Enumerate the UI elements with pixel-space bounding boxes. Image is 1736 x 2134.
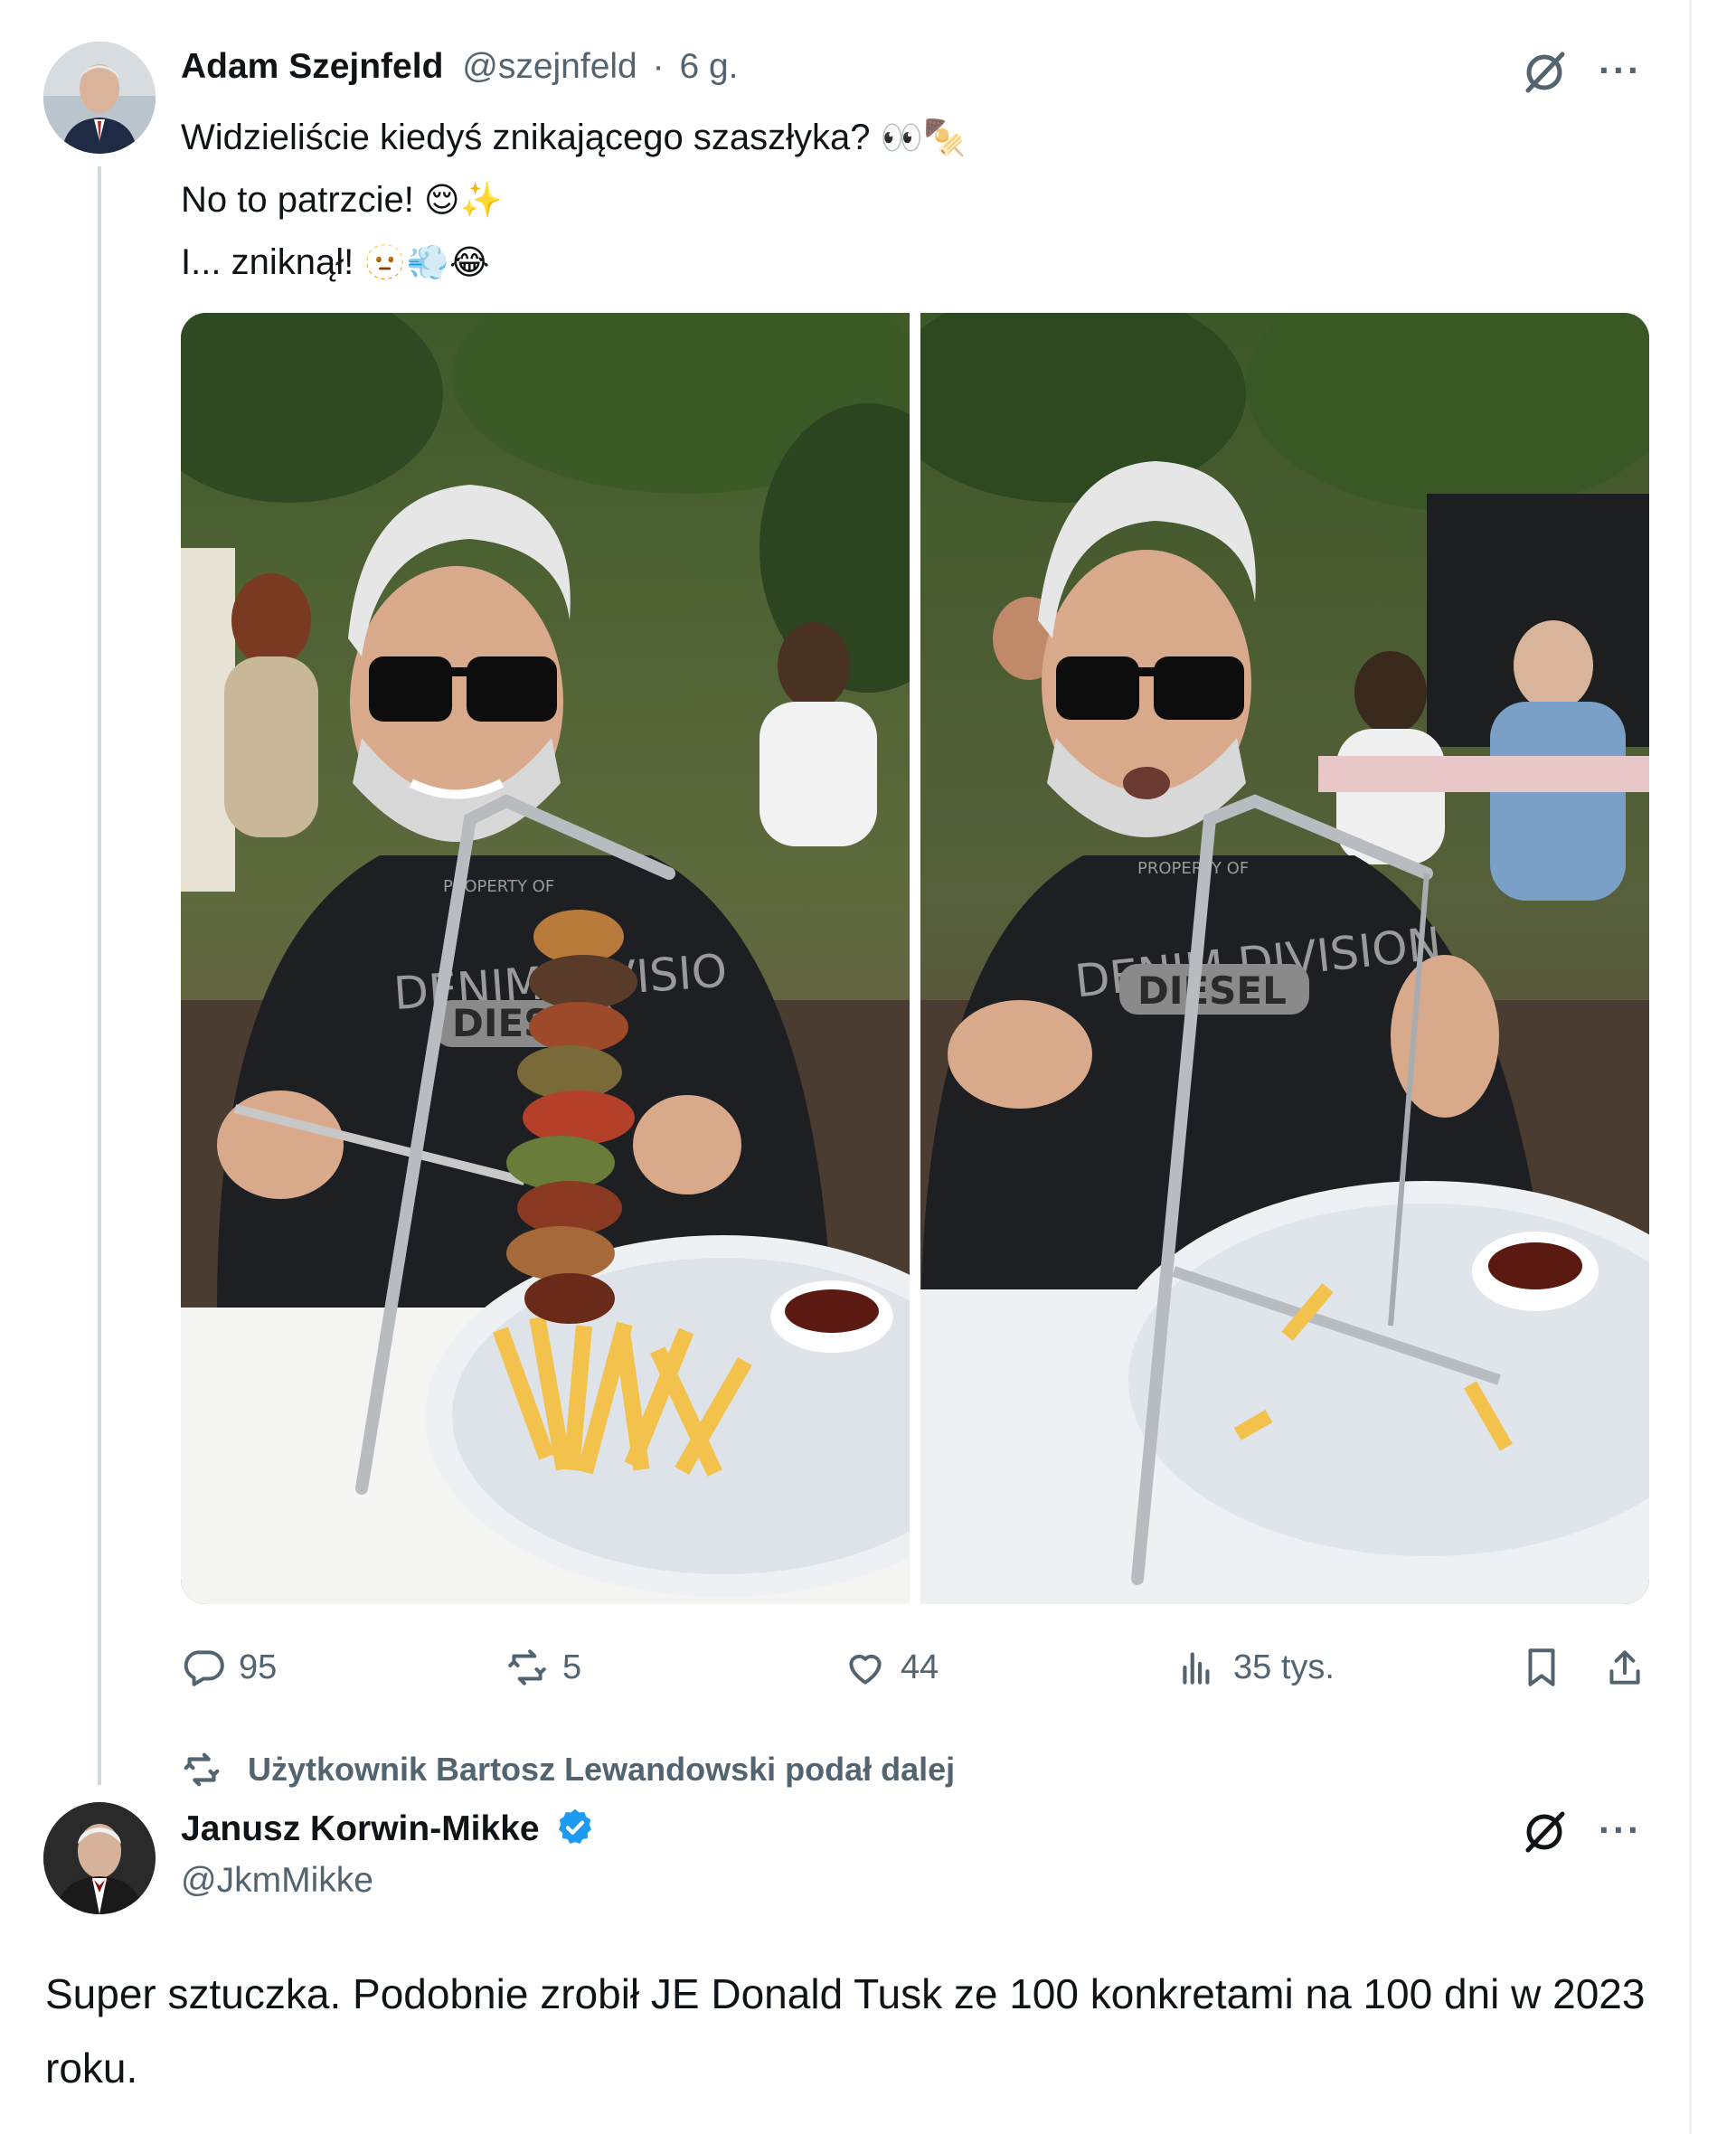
tweet-header: Adam Szejnfeld @szejnfeld · 6 g. xyxy=(181,47,739,87)
thread-line xyxy=(98,166,101,1785)
like-button[interactable]: 44 xyxy=(843,1642,939,1693)
like-count: 44 xyxy=(901,1648,939,1686)
reply-icon xyxy=(184,1650,224,1686)
tweet-photo-before[interactable]: PROPERTY OF DENIM DIVISIO DIESEL xyxy=(181,313,910,1604)
grok-icon[interactable] xyxy=(1519,1807,1570,1857)
separator: · xyxy=(652,47,665,86)
share-button[interactable] xyxy=(1602,1642,1647,1693)
grok-icon[interactable] xyxy=(1519,47,1570,98)
svg-text:PROPERTY OF: PROPERTY OF xyxy=(1137,859,1249,878)
reply-header: Janusz Korwin-Mikke xyxy=(181,1807,596,1849)
reply-handle-row: @JkmMikke xyxy=(181,1861,373,1901)
timestamp[interactable]: 6 g. xyxy=(679,47,738,86)
more-icon[interactable]: ··· xyxy=(1599,45,1642,96)
author-name[interactable]: Adam Szejnfeld xyxy=(181,47,443,86)
views-count: 35 tys. xyxy=(1233,1648,1335,1686)
tweet-text-line: Widzieliście kiedyś znikającego szaszłyk… xyxy=(181,118,967,157)
author-handle[interactable]: @szejnfeld xyxy=(462,47,637,86)
emoji: 🫥💨😂 xyxy=(363,242,490,282)
repost-icon xyxy=(508,1649,546,1685)
views-icon xyxy=(1183,1652,1210,1685)
author-name[interactable]: Janusz Korwin-Mikke xyxy=(181,1809,540,1848)
bookmark-icon xyxy=(1528,1648,1555,1686)
reposted-by-text: Użytkownik Bartosz Lewandowski podał dal… xyxy=(248,1751,956,1788)
share-icon xyxy=(1609,1650,1640,1685)
reply-count: 95 xyxy=(239,1648,278,1686)
avatar[interactable] xyxy=(43,42,156,154)
avatar[interactable] xyxy=(43,1802,156,1914)
verified-badge-icon[interactable] xyxy=(554,1807,596,1848)
reply-button[interactable]: 95 xyxy=(181,1642,277,1693)
more-icon[interactable]: ··· xyxy=(1599,1805,1642,1855)
tweet-text-line: I... zniknął! 🫥💨😂 xyxy=(181,242,490,282)
repost-button[interactable]: 5 xyxy=(505,1642,581,1693)
views-button[interactable]: 35 tys. xyxy=(1175,1642,1335,1693)
author-handle[interactable]: @JkmMikke xyxy=(181,1861,373,1900)
tweet-text: Widzieliście kiedyś znikającego szaszłyk… xyxy=(181,107,1537,294)
tweet-text-line: No to patrzcie! 😌✨ xyxy=(181,180,503,220)
reply-text: Super sztuczka. Podobnie zrobił JE Donal… xyxy=(45,1970,1646,2092)
svg-text:DIESEL: DIESEL xyxy=(1137,968,1287,1013)
repost-count: 5 xyxy=(562,1648,582,1686)
repost-icon xyxy=(184,1752,220,1787)
reposted-by-note[interactable]: Użytkownik Bartosz Lewandowski podał dal… xyxy=(181,1747,955,1792)
like-icon xyxy=(849,1654,882,1685)
tweet-photo-after[interactable]: PROPERTY OF DENIM DIVISION DIESEL xyxy=(920,313,1649,1604)
bookmark-button[interactable] xyxy=(1519,1642,1564,1693)
emoji: 😌✨ xyxy=(424,180,503,220)
column-border xyxy=(1689,0,1692,2134)
emoji: 👀🍢 xyxy=(880,118,967,157)
